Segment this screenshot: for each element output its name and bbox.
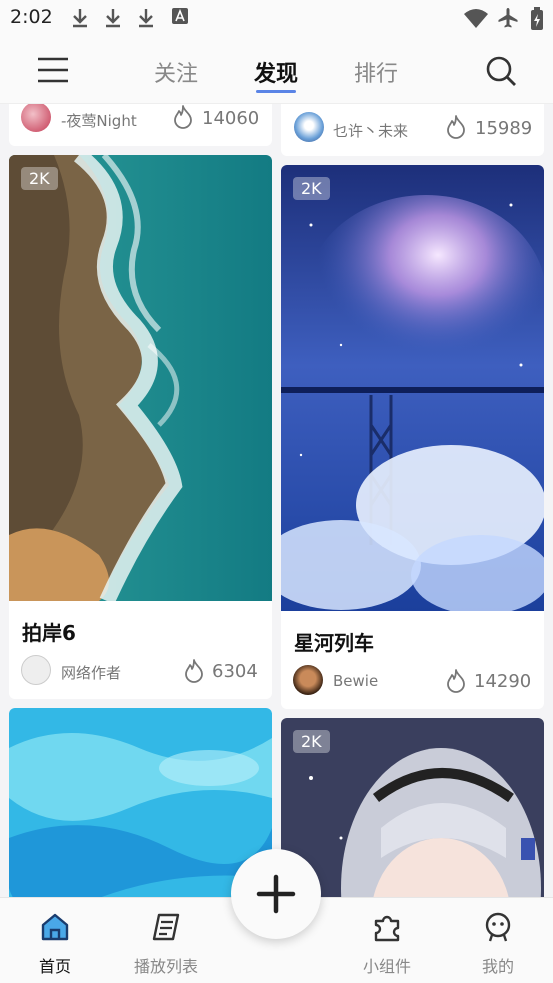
flame-icon [447,115,465,139]
author-avatar [21,655,51,685]
nav-profile-label: 我的 [481,957,514,976]
nav-widgets-label: 小组件 [362,957,411,976]
resolution-badge: 2K [21,167,58,190]
wallpaper-card[interactable]: 乜许丶未来 15989 [281,104,544,156]
tab-ranking[interactable]: 排行 [354,56,398,88]
search-icon[interactable] [485,55,517,87]
like-count: 14290 [474,671,532,692]
wifi-icon [464,9,488,28]
wallpaper-thumbnail [9,155,272,601]
menu-icon[interactable] [37,57,69,83]
like-count: 15989 [475,118,533,139]
wallpaper-card[interactable]: 2K 拍岸6 网络作者 6304 [9,155,272,699]
resolution-badge: 2K [293,730,330,753]
puzzle-icon [374,915,400,942]
wallpaper-card[interactable]: -夜莺Night 14060 [9,104,272,146]
text-a-icon [172,8,188,24]
profile-face-icon [485,912,511,942]
author-name: -夜莺Night [61,112,137,130]
airplane-mode-icon [498,8,518,28]
home-icon [41,913,69,941]
nav-home[interactable]: 首页 [10,898,100,983]
flame-icon [174,105,192,129]
status-bar: 2:02 [0,0,553,38]
top-nav: 关注 发现 排行 [0,38,553,104]
wallpaper-title: 拍岸6 [22,621,76,645]
wallpaper-thumbnail [281,165,544,611]
download-icon [139,9,153,28]
nav-playlist[interactable]: 播放列表 [121,898,211,983]
playlist-icon [152,913,180,941]
nav-home-label: 首页 [38,957,71,976]
tab-discover[interactable]: 发现 [254,56,298,88]
like-count: 6304 [212,661,258,682]
add-button[interactable] [231,849,321,939]
nav-playlist-label: 播放列表 [133,957,198,976]
battery-charging-icon [531,7,543,30]
download-icon [73,9,87,28]
tab-follow[interactable]: 关注 [154,56,198,88]
wallpaper-card[interactable]: 2K [281,718,544,897]
author-avatar [21,104,51,132]
nav-profile[interactable]: 我的 [453,898,543,983]
status-time: 2:02 [10,6,53,28]
flame-icon [447,669,465,693]
wallpaper-card[interactable]: 2K 星河列车 Bewie 14290 [281,165,544,709]
flame-icon [185,659,203,683]
author-avatar [293,665,323,695]
author-name: 乜许丶未来 [333,122,409,140]
wallpaper-thumbnail [9,708,272,897]
author-name: 网络作者 [61,664,122,682]
author-name: Bewie [333,672,379,690]
resolution-badge: 2K [293,177,330,200]
plus-icon [256,874,296,914]
author-avatar [294,112,324,142]
wallpaper-feed[interactable]: -夜莺Night 14060 乜许丶未来 15989 2K 拍岸6 网络作者 6… [0,104,553,897]
wallpaper-title: 星河列车 [294,631,374,655]
nav-widgets[interactable]: 小组件 [342,898,432,983]
like-count: 14060 [202,108,260,129]
active-tab-indicator [256,90,296,93]
wallpaper-card[interactable] [9,708,272,897]
download-icon [106,9,120,28]
